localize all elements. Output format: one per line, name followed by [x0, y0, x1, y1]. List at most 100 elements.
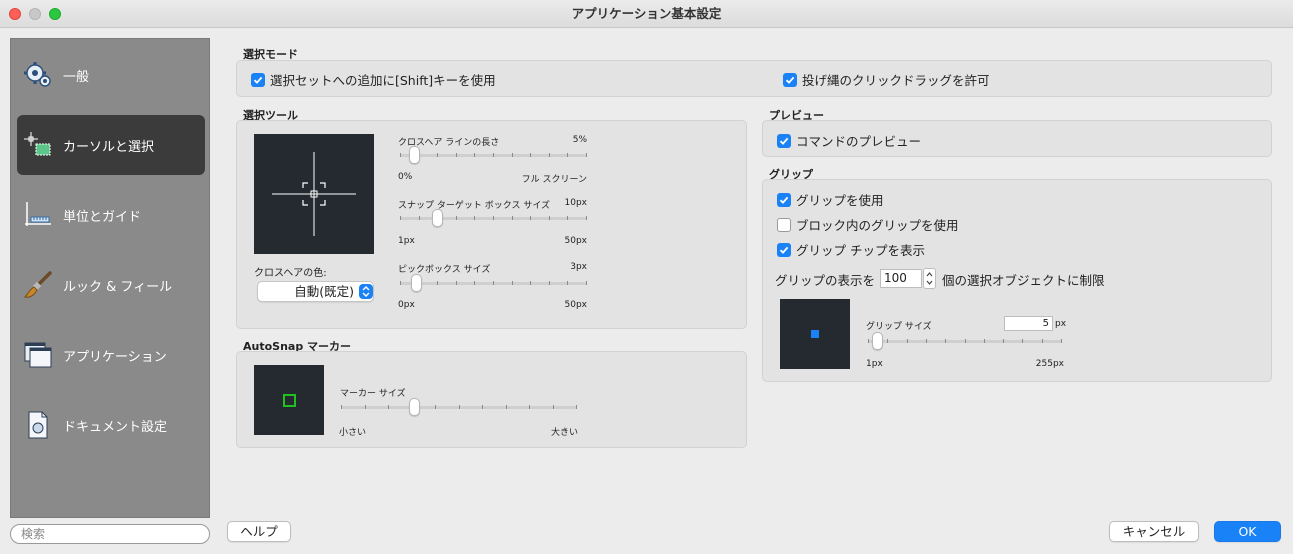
sidebar-item-label: 単位とガイド	[63, 209, 142, 225]
checkbox-label: 投げ縄のクリックドラッグを許可	[802, 73, 990, 88]
crosshair-color-select[interactable]: 自動(既定)	[257, 281, 374, 302]
windows-icon	[21, 338, 55, 372]
select-value: 自動(既定)	[294, 284, 354, 299]
sidebar-item-document[interactable]: ドキュメント設定	[17, 395, 205, 455]
marker-size-slider[interactable]	[341, 398, 577, 420]
slider-knob[interactable]	[409, 146, 420, 164]
grip-preview	[780, 299, 850, 369]
search-input[interactable]: 検索	[10, 524, 210, 544]
grip-size-unit: px	[1055, 319, 1067, 329]
slider-tick	[341, 405, 342, 409]
empty-checkbox-icon	[777, 217, 791, 232]
pickbox-slider[interactable]	[400, 274, 587, 296]
snap-box-value: 10px	[564, 198, 588, 208]
slider-tick	[482, 405, 483, 409]
sidebar-item-label: ルック & フィール	[63, 279, 173, 295]
slider-tick	[530, 216, 531, 220]
gear-icon	[21, 58, 55, 92]
slider-tick	[586, 153, 587, 157]
slider-tick	[474, 153, 475, 157]
slider-tick	[567, 281, 568, 285]
sidebar-item-label: カーソルと選択	[63, 139, 155, 155]
slider-tick	[400, 216, 401, 220]
autosnap-preview	[254, 365, 324, 435]
slider-max-label: フル スクリーン	[521, 175, 587, 185]
sidebar-item-cursor-select[interactable]: カーソルと選択	[17, 115, 205, 175]
slider-min-label: 1px	[866, 359, 883, 369]
slider-knob[interactable]	[872, 332, 883, 350]
slider-tick	[530, 281, 531, 285]
checkbox-label: 選択セットへの追加に[Shift]キーを使用	[270, 73, 496, 88]
cancel-button[interactable]: キャンセル	[1109, 521, 1199, 542]
slider-tick	[549, 216, 550, 220]
pickbox-value: 3px	[570, 262, 587, 272]
slider-tick	[437, 153, 438, 157]
help-button[interactable]: ヘルプ	[227, 521, 291, 542]
slider-tick	[437, 281, 438, 285]
checkbox-label: グリップ チップを表示	[796, 243, 925, 258]
crosshair-length-slider[interactable]	[400, 146, 587, 168]
slider-tick	[400, 153, 401, 157]
grip-size-label: グリップ サイズ	[866, 322, 932, 332]
grip-size-slider[interactable]	[868, 332, 1062, 354]
ok-button[interactable]: OK	[1214, 521, 1281, 542]
grip-size-input[interactable]: 5	[1004, 316, 1053, 331]
slider-tick	[1022, 339, 1023, 343]
crosshair-preview	[254, 134, 374, 254]
slider-max-label: 大きい	[550, 428, 578, 438]
slider-tick	[586, 281, 587, 285]
grips-in-blocks-checkbox[interactable]: ブロック内のグリップを使用	[777, 215, 959, 234]
sidebar-item-general[interactable]: 一般	[17, 45, 205, 105]
slider-tick	[553, 405, 554, 409]
slider-tick	[530, 153, 531, 157]
lasso-drag-checkbox[interactable]: 投げ縄のクリックドラッグを許可	[783, 70, 990, 89]
checkmark-icon	[777, 192, 791, 207]
crosshair-icon	[272, 152, 356, 236]
sidebar-item-label: 一般	[63, 69, 90, 85]
slider-tick	[474, 281, 475, 285]
shift-add-checkbox[interactable]: 選択セットへの追加に[Shift]キーを使用	[251, 70, 496, 89]
slider-knob[interactable]	[432, 209, 443, 227]
checkmark-icon	[777, 242, 791, 257]
ruler-icon	[21, 198, 55, 232]
sidebar-item-units-guides[interactable]: 単位とガイド	[17, 185, 205, 245]
slider-knob[interactable]	[411, 274, 422, 292]
slider-tick	[549, 281, 550, 285]
slider-tick	[567, 216, 568, 220]
slider-tick	[945, 339, 946, 343]
crosshair-length-value: 5%	[572, 135, 587, 145]
crosshair-color-label: クロスヘアの色:	[254, 268, 327, 279]
grip-limit-stepper[interactable]	[923, 268, 936, 289]
command-preview-checkbox[interactable]: コマンドのプレビュー	[777, 131, 921, 150]
slider-min-label: 小さい	[339, 428, 367, 438]
sidebar-item-look-feel[interactable]: ルック & フィール	[17, 255, 205, 315]
grip-tips-checkbox[interactable]: グリップ チップを表示	[777, 240, 925, 259]
sidebar-item-application[interactable]: アプリケーション	[17, 325, 205, 385]
paintbrush-icon	[21, 268, 55, 302]
slider-knob[interactable]	[409, 398, 420, 416]
stepper-arrows-icon	[926, 272, 933, 285]
slider-tick	[512, 216, 513, 220]
slider-tick	[456, 281, 457, 285]
slider-tick	[868, 339, 869, 343]
autosnap-marker-icon	[283, 394, 296, 407]
updown-chevron-icon	[359, 284, 373, 299]
snap-box-slider[interactable]	[400, 209, 587, 231]
use-grips-checkbox[interactable]: グリップを使用	[777, 190, 884, 209]
cursor-select-icon	[21, 128, 55, 162]
slider-tick	[419, 216, 420, 220]
slider-tick	[388, 405, 389, 409]
slider-min-label: 0%	[398, 172, 413, 182]
slider-tick	[1003, 339, 1004, 343]
slider-tick	[1042, 339, 1043, 343]
sidebar-item-label: アプリケーション	[63, 349, 167, 365]
slider-tick	[887, 339, 888, 343]
slider-tick	[400, 281, 401, 285]
slider-tick	[576, 405, 577, 409]
slider-tick	[512, 281, 513, 285]
grip-limit-input[interactable]: 100	[880, 269, 922, 288]
slider-tick	[926, 339, 927, 343]
window-title: アプリケーション基本設定	[571, 6, 722, 21]
slider-tick	[549, 153, 550, 157]
checkbox-label: グリップを使用	[796, 193, 884, 208]
